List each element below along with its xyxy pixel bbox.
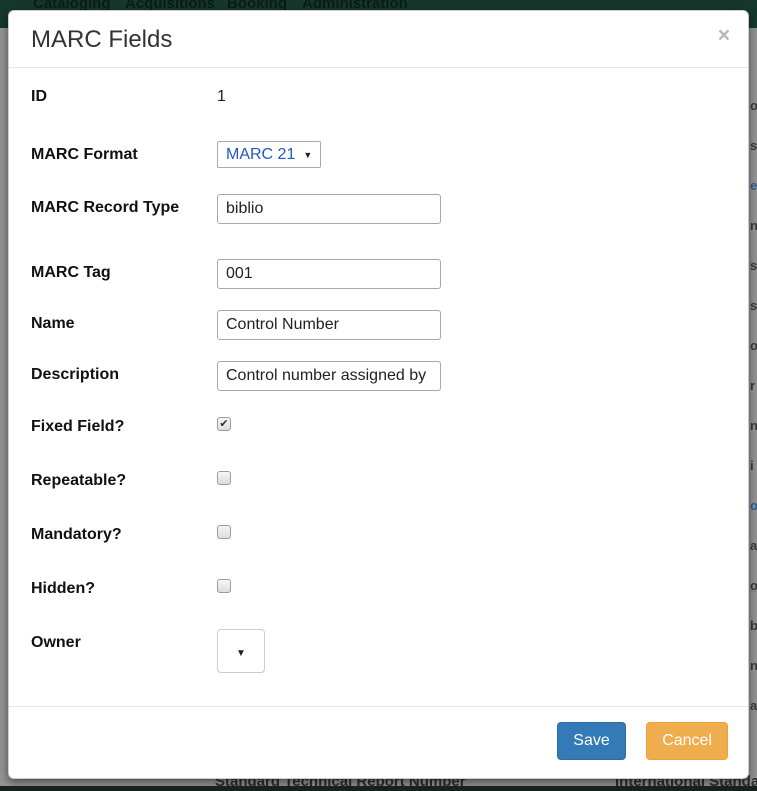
form-row-marc-tag: MARC Tag [31,259,728,289]
form-row-hidden: Hidden? [31,575,728,599]
id-label: ID [31,88,47,105]
marc-fields-modal: MARC Fields × ID 1 MARC Format MARC 21 ▼ MARC… [8,10,749,779]
form-row-name: Name [31,310,728,340]
form-row-fixed-field: Fixed Field? ✔ [31,413,728,437]
backdrop-text-fragment: r [750,378,756,393]
form-row-repeatable: Repeatable? [31,467,728,491]
backdrop-text-fragment: s [750,258,757,273]
form-row-marc-format: MARC Format MARC 21 ▼ [31,141,728,168]
id-value: 1 [217,88,226,105]
form-row-marc-record-type: MARC Record Type [31,194,728,224]
chevron-down-icon: ▼ [236,647,246,659]
name-input[interactable] [217,310,441,340]
backdrop-text-fragment: n [750,218,757,233]
chevron-down-icon: ▼ [303,149,313,160]
form-row-owner: Owner ▼ [31,629,728,673]
backdrop-text-fragment: o [750,338,757,353]
save-button[interactable]: Save [557,722,626,760]
description-label: Description [31,366,120,383]
repeatable-checkbox[interactable] [217,471,231,485]
marc-format-selected-value: MARC 21 [226,145,296,163]
backdrop-text-fragment: s [750,138,757,153]
marc-record-type-input[interactable] [217,194,441,224]
backdrop-text-fragment: o [750,498,757,513]
fixed-field-label: Fixed Field? [31,418,125,435]
backdrop-bottom-bar [0,786,757,791]
backdrop-text-fragment: n [750,658,757,673]
cancel-button[interactable]: Cancel [646,722,728,760]
modal-header: MARC Fields × [9,11,748,68]
marc-tag-input[interactable] [217,259,441,289]
backdrop-text-fragment: o [750,98,757,113]
mandatory-checkbox[interactable] [217,525,231,539]
backdrop-text-fragment: n [750,418,757,433]
backdrop-text-fragment: e [750,178,757,193]
modal-title: MARC Fields [31,26,173,53]
owner-label: Owner [31,634,81,651]
backdrop-text-fragment: a [750,538,757,553]
modal-body: ID 1 MARC Format MARC 21 ▼ MARC Record Type MA… [9,68,748,673]
description-input[interactable] [217,361,441,391]
mandatory-label: Mandatory? [31,526,122,543]
form-row-id: ID 1 [31,83,728,107]
owner-dropdown[interactable]: ▼ [217,629,265,673]
backdrop-text-fragment: a [750,698,757,713]
close-icon[interactable]: × [718,25,730,46]
backdrop-text-fragment: i [750,458,754,473]
form-row-mandatory: Mandatory? [31,521,728,545]
hidden-label: Hidden? [31,580,95,597]
backdrop-text-fragment: s [750,298,757,313]
backdrop-text-fragment: b [750,618,757,633]
modal-footer: Save Cancel [9,706,748,778]
fixed-field-checkbox[interactable]: ✔ [217,417,231,431]
marc-format-label: MARC Format [31,146,138,163]
repeatable-label: Repeatable? [31,472,127,489]
backdrop-text-fragment: o [750,578,757,593]
form-row-description: Description [31,361,728,391]
name-label: Name [31,315,75,332]
marc-format-select[interactable]: MARC 21 ▼ [217,141,322,168]
hidden-checkbox[interactable] [217,579,231,593]
marc-tag-label: MARC Tag [31,264,111,281]
marc-record-type-label: MARC Record Type [31,199,180,216]
